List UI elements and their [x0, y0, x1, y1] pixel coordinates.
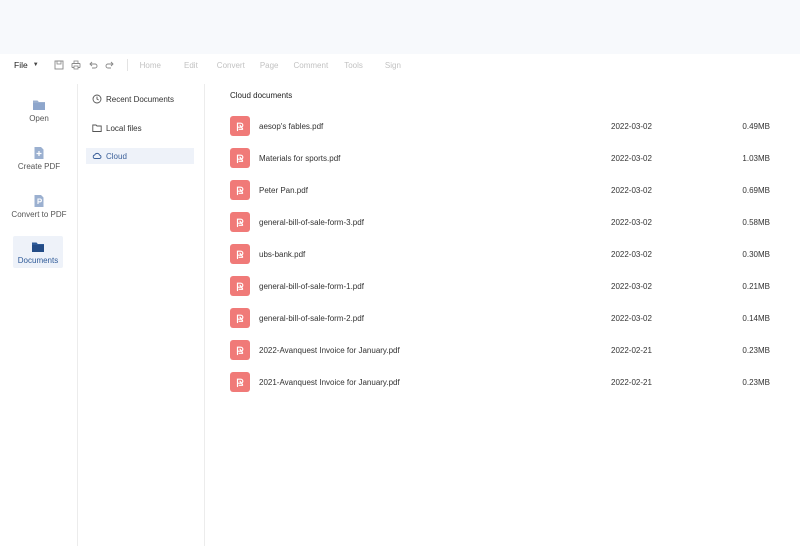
nav-documents-label: Documents [17, 256, 59, 265]
file-date: 2022-02-21 [611, 345, 652, 355]
menu-home[interactable]: Home [140, 61, 161, 70]
file-name: 2021-Avanquest Invoice for January.pdf [259, 377, 400, 387]
toolbar-divider [126, 59, 128, 71]
convert-pdf-icon [34, 195, 44, 207]
file-date: 2022-03-02 [611, 313, 652, 323]
file-menu[interactable]: File ▼ [14, 60, 39, 70]
file-row[interactable]: general-bill-of-sale-form-2.pdf 2022-03-0… [230, 306, 790, 330]
menu-comment[interactable]: Comment [294, 61, 329, 70]
nav-convert-to-pdf[interactable]: Convert to PDF [0, 192, 78, 226]
file-name: Materials for sports.pdf [259, 153, 341, 163]
file-date: 2022-03-02 [611, 185, 652, 195]
file-name: Peter Pan.pdf [259, 185, 308, 195]
file-name: aesop's fables.pdf [259, 121, 324, 131]
left-navigation: Open Create PDF Convert to PDF Documents [0, 84, 78, 546]
file-size: 0.23MB [742, 377, 770, 387]
pdf-file-icon [230, 244, 250, 264]
pdf-file-icon [230, 180, 250, 200]
pdf-file-icon [230, 116, 250, 136]
documents-subnav: Recent Documents Local files Cloud [79, 84, 205, 546]
subnav-cloud[interactable]: Cloud [86, 148, 194, 164]
file-row[interactable]: aesop's fables.pdf 2022-03-02 0.49MB [230, 114, 790, 138]
file-row[interactable]: general-bill-of-sale-form-1.pdf 2022-03-0… [230, 274, 790, 298]
pdf-file-icon [230, 148, 250, 168]
pdf-file-icon [230, 340, 250, 360]
file-row[interactable]: general-bill-of-sale-form-3.pdf 2022-03-0… [230, 210, 790, 234]
file-row[interactable]: 2022-Avanquest Invoice for January.pdf 20… [230, 338, 790, 362]
pdf-file-icon [230, 308, 250, 328]
file-name: general-bill-of-sale-form-1.pdf [259, 281, 364, 291]
nav-documents[interactable]: Documents [13, 236, 63, 268]
cloud-icon [92, 151, 102, 161]
nav-convert-to-pdf-label: Convert to PDF [11, 210, 67, 219]
title-bar [0, 0, 800, 54]
file-row[interactable]: ubs-bank.pdf 2022-03-02 0.30MB [230, 242, 790, 266]
file-size: 0.49MB [742, 121, 770, 131]
folder-outline-icon [92, 123, 102, 133]
file-name: ubs-bank.pdf [259, 249, 306, 259]
file-menu-label: File [14, 60, 28, 70]
toolbar: File ▼ Home Edit Convert Page Comment To… [0, 54, 800, 76]
redo-icon[interactable] [104, 59, 116, 71]
menu-edit[interactable]: Edit [184, 61, 198, 70]
subnav-recent-documents-label: Recent Documents [106, 94, 175, 104]
file-date: 2022-03-02 [611, 121, 652, 131]
file-size: 0.69MB [742, 185, 770, 195]
documents-folder-icon [32, 242, 44, 252]
cloud-documents-panel: Cloud documents aesop's fables.pdf 2022-0… [206, 84, 800, 546]
file-name: general-bill-of-sale-form-2.pdf [259, 313, 364, 323]
file-size: 0.58MB [742, 217, 770, 227]
save-icon[interactable] [53, 59, 65, 71]
print-icon[interactable] [70, 59, 82, 71]
file-name: 2022-Avanquest Invoice for January.pdf [259, 345, 400, 355]
subnav-local-files[interactable]: Local files [86, 120, 194, 136]
undo-icon[interactable] [87, 59, 99, 71]
file-row[interactable]: Peter Pan.pdf 2022-03-02 0.69MB [230, 178, 790, 202]
clock-icon [92, 94, 102, 104]
subnav-recent-documents[interactable]: Recent Documents [86, 91, 194, 107]
chevron-down-icon: ▼ [32, 62, 39, 68]
file-row[interactable]: 2021-Avanquest Invoice for January.pdf 20… [230, 370, 790, 394]
menu-sign[interactable]: Sign [385, 61, 401, 70]
file-size: 0.14MB [742, 313, 770, 323]
subnav-local-files-label: Local files [106, 123, 142, 133]
file-row[interactable]: Materials for sports.pdf 2022-03-02 1.03MB [230, 146, 790, 170]
menu-page[interactable]: Page [260, 61, 279, 70]
menu-convert[interactable]: Convert [217, 61, 245, 70]
nav-open-label: Open [29, 114, 49, 123]
file-date: 2022-03-02 [611, 217, 652, 227]
pdf-file-icon [230, 212, 250, 232]
pdf-file-icon [230, 276, 250, 296]
file-date: 2022-03-02 [611, 153, 652, 163]
folder-icon [33, 100, 45, 110]
file-name: general-bill-of-sale-form-3.pdf [259, 217, 364, 227]
nav-create-pdf[interactable]: Create PDF [0, 144, 78, 178]
file-size: 0.23MB [742, 345, 770, 355]
nav-open[interactable]: Open [0, 96, 78, 130]
file-size: 0.21MB [742, 281, 770, 291]
file-date: 2022-03-02 [611, 281, 652, 291]
pdf-file-icon [230, 372, 250, 392]
file-date: 2022-02-21 [611, 377, 652, 387]
nav-create-pdf-label: Create PDF [17, 162, 61, 171]
file-size: 1.03MB [742, 153, 770, 163]
file-size: 0.30MB [742, 249, 770, 259]
subnav-cloud-label: Cloud [106, 151, 127, 161]
create-pdf-icon [34, 147, 44, 159]
section-title: Cloud documents [230, 91, 293, 100]
menu-tools[interactable]: Tools [344, 61, 363, 70]
file-date: 2022-03-02 [611, 249, 652, 259]
